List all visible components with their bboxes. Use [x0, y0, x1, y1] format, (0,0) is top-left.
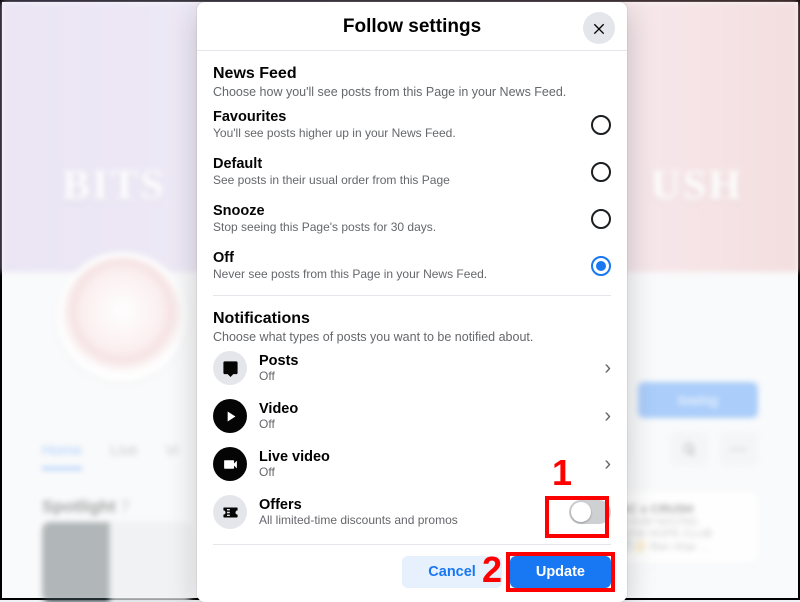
notif-label: Live video: [259, 449, 592, 465]
posts-icon: [213, 351, 247, 385]
modal-header: Follow settings: [197, 2, 627, 51]
notif-label: Video: [259, 401, 592, 417]
option-subtitle: Never see posts from this Page in your N…: [213, 267, 487, 281]
newsfeed-subtitle: Choose how you'll see posts from this Pa…: [213, 85, 611, 99]
offers-toggle[interactable]: [569, 500, 611, 524]
option-subtitle: You'll see posts higher up in your News …: [213, 126, 456, 140]
offers-icon: [213, 495, 247, 529]
notif-status: Off: [259, 369, 592, 383]
chevron-right-icon: ›: [604, 405, 611, 428]
live-video-icon: [213, 447, 247, 481]
notifications-title: Notifications: [213, 310, 611, 328]
follow-settings-modal: Follow settings News Feed Choose how you…: [197, 2, 627, 602]
option-subtitle: See posts in their usual order from this…: [213, 173, 450, 187]
notif-status: All limited-time discounts and promos: [259, 513, 557, 527]
radio-icon: [591, 256, 611, 276]
notif-label: Posts: [259, 353, 592, 369]
chevron-right-icon: ›: [604, 357, 611, 380]
newsfeed-title: News Feed: [213, 65, 611, 83]
radio-icon: [591, 209, 611, 229]
option-subtitle: Stop seeing this Page's posts for 30 day…: [213, 220, 436, 234]
notif-status: Off: [259, 417, 592, 431]
notification-video[interactable]: Video Off ›: [213, 392, 611, 440]
notif-status: Off: [259, 465, 592, 479]
option-label: Snooze: [213, 203, 436, 219]
update-button[interactable]: Update: [510, 556, 611, 588]
chevron-right-icon: ›: [604, 453, 611, 476]
modal-footer: Cancel Update: [197, 548, 627, 602]
notification-live-video[interactable]: Live video Off ›: [213, 440, 611, 488]
modal-body: News Feed Choose how you'll see posts fr…: [197, 51, 627, 548]
cancel-button[interactable]: Cancel: [402, 556, 502, 588]
video-icon: [213, 399, 247, 433]
modal-title: Follow settings: [197, 16, 627, 38]
close-button[interactable]: [583, 12, 615, 44]
radio-icon: [591, 115, 611, 135]
notification-posts[interactable]: Posts Off ›: [213, 344, 611, 392]
option-off[interactable]: Off Never see posts from this Page in yo…: [213, 240, 611, 287]
option-label: Off: [213, 250, 487, 266]
option-snooze[interactable]: Snooze Stop seeing this Page's posts for…: [213, 193, 611, 240]
option-favourites[interactable]: Favourites You'll see posts higher up in…: [213, 99, 611, 146]
option-default[interactable]: Default See posts in their usual order f…: [213, 146, 611, 193]
option-label: Default: [213, 156, 450, 172]
newsfeed-section-header: News Feed Choose how you'll see posts fr…: [213, 51, 611, 99]
option-label: Favourites: [213, 109, 456, 125]
notif-label: Offers: [259, 497, 557, 513]
notification-offers[interactable]: Offers All limited-time discounts and pr…: [213, 488, 611, 536]
radio-icon: [591, 162, 611, 182]
notifications-subtitle: Choose what types of posts you want to b…: [213, 330, 611, 344]
notifications-section-header: Notifications Choose what types of posts…: [213, 296, 611, 344]
close-icon: [591, 20, 607, 36]
